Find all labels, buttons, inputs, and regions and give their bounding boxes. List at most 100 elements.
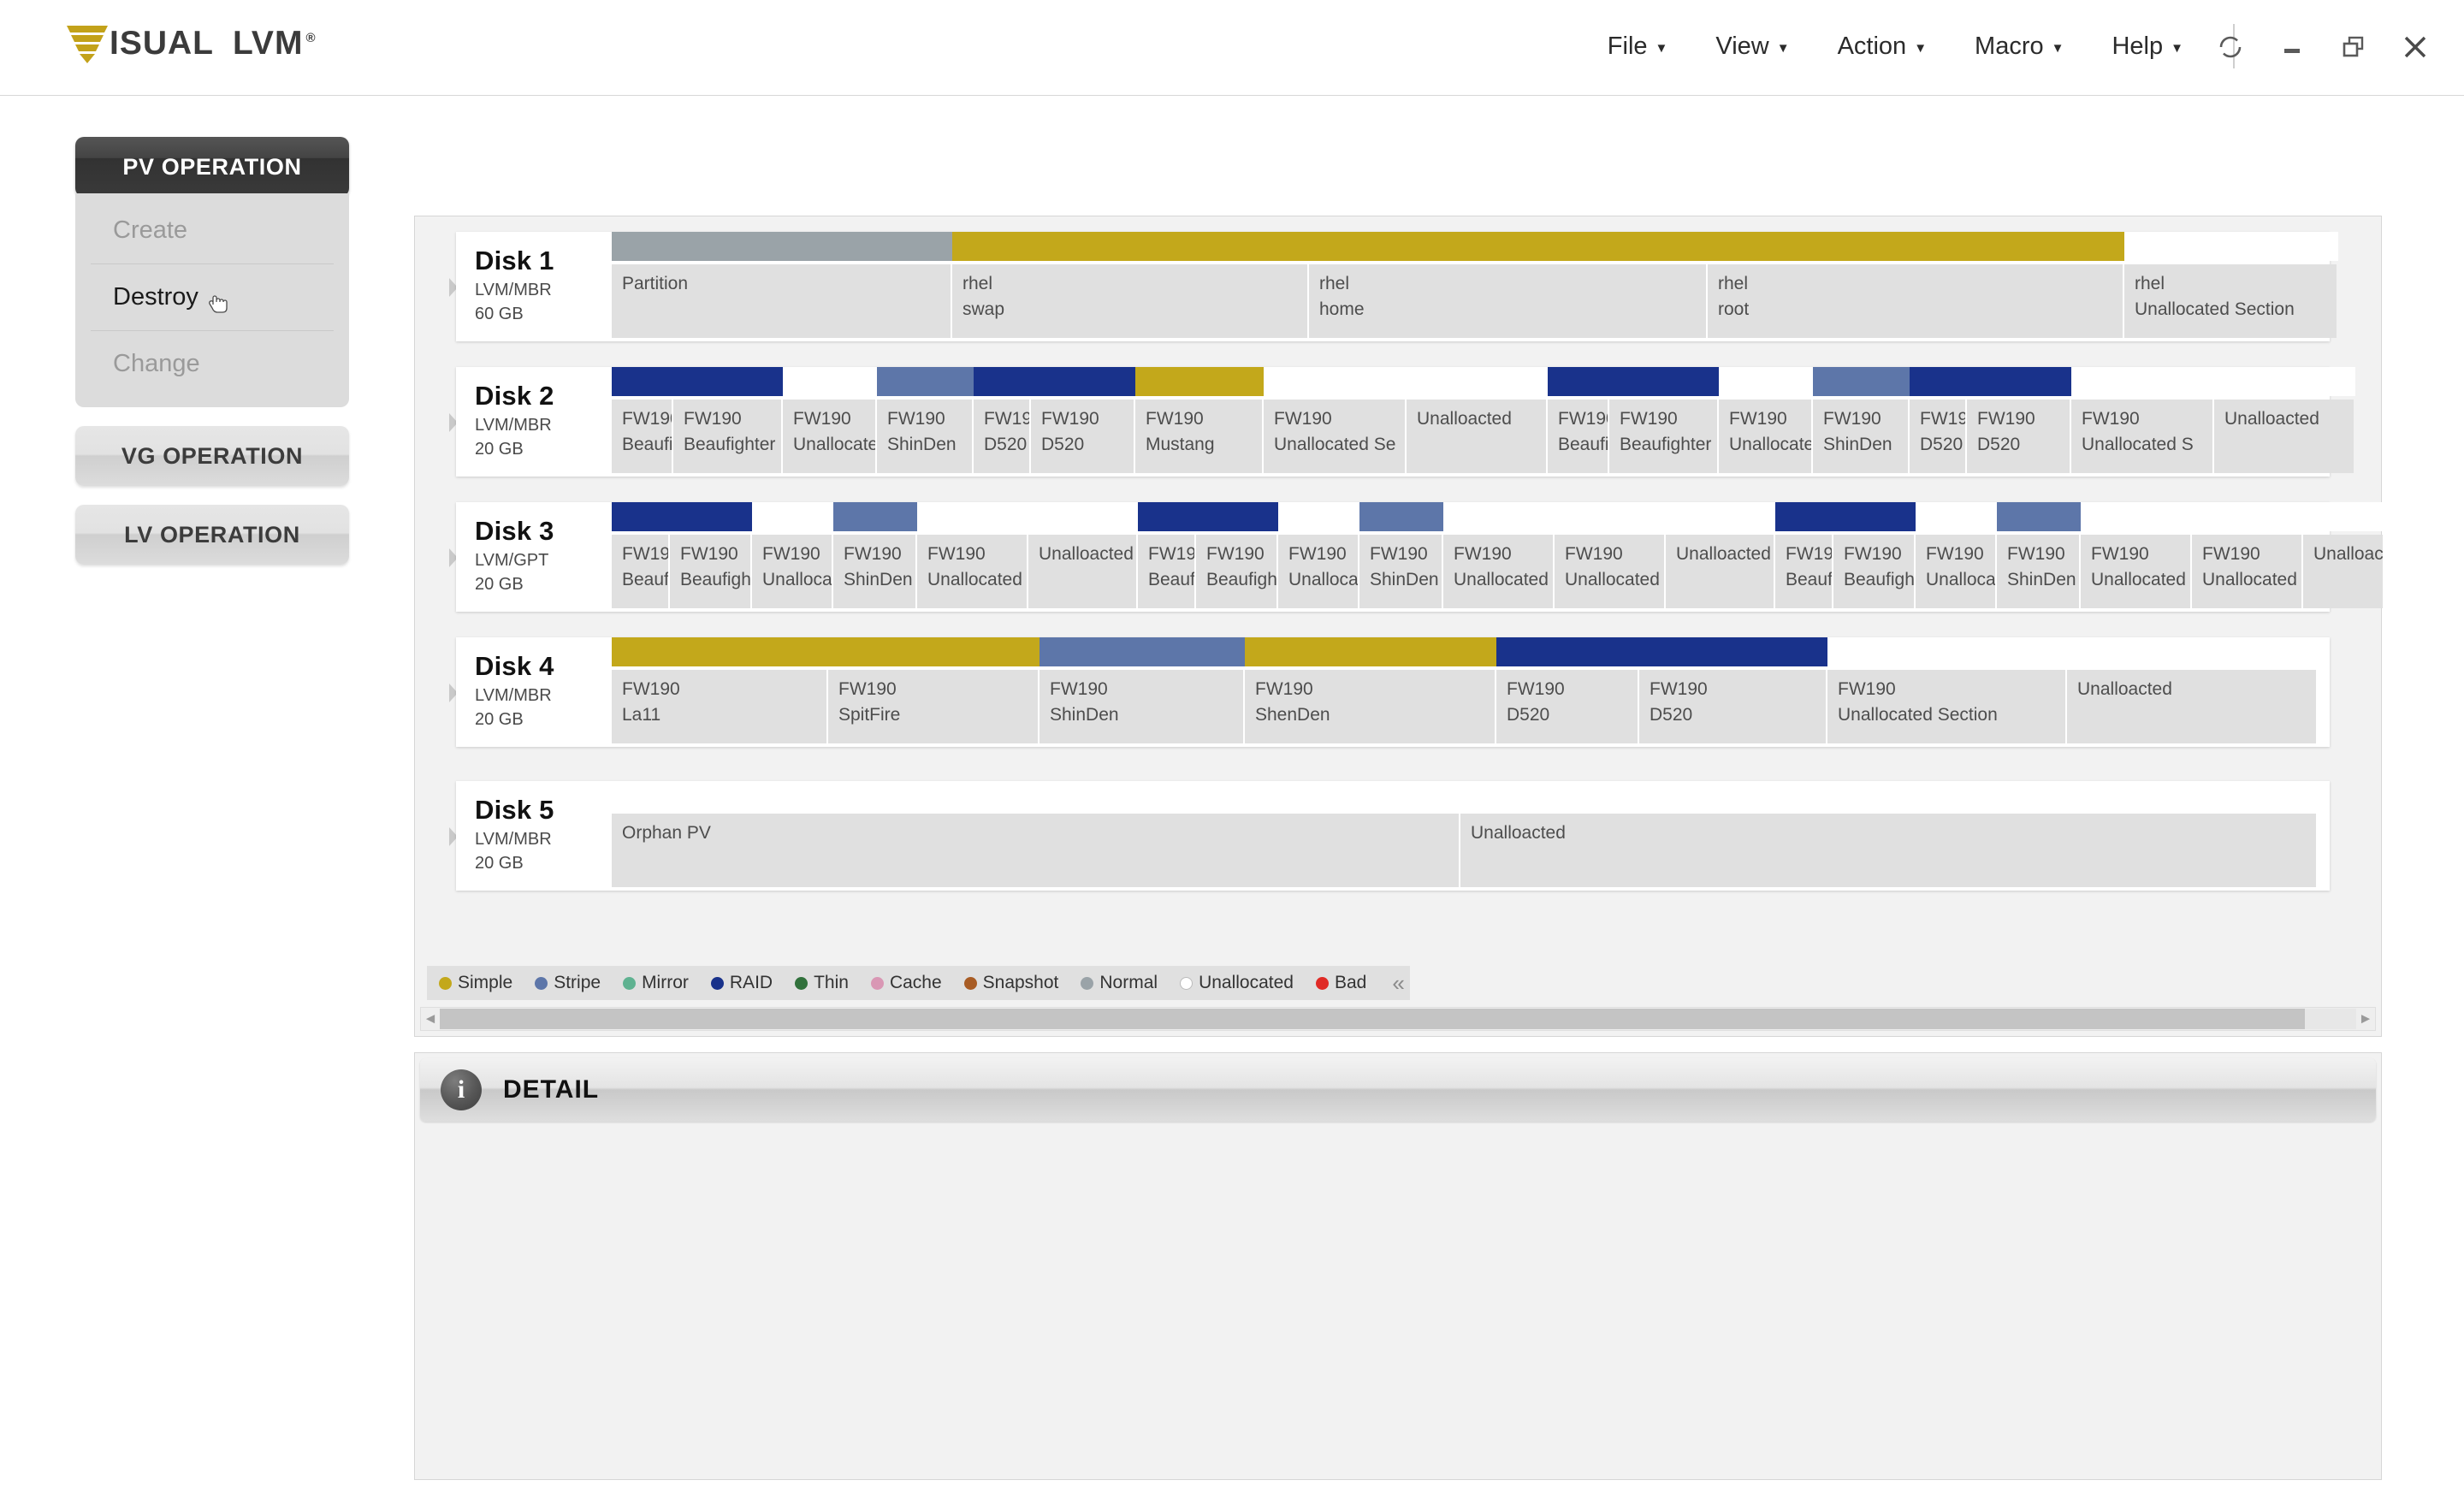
disk-segment[interactable]: rhel home [1309,232,1708,341]
legend-item: Stripe [535,973,601,993]
legend-label: Thin [814,973,849,992]
disk-row[interactable]: Disk 1 LVM/MBR 60 GB Partition rhel swap rhel h… [456,232,2338,341]
disk-segment[interactable]: FW190 Beaufighter [1609,367,1719,477]
disk-segment[interactable]: FW190 Beaufighter [673,367,783,477]
disk-segment[interactable]: FW190 Unallocated S [2071,367,2214,477]
legend-collapse-icon[interactable]: « [1392,970,1404,997]
disk-segment[interactable]: rhel root [1708,232,2124,341]
disk-segment[interactable]: FW190 Unallocate [1719,367,1813,477]
disk-segment[interactable]: Unalloacted [1460,781,2318,891]
scroll-left-arrow-icon[interactable]: ◄ [421,1010,440,1027]
sidebar-group-vg-label: VG OPERATION [121,442,304,469]
disk-segment[interactable]: FW190 D520 [1031,367,1135,477]
segment-type-bar [1040,637,1245,666]
disk-segment[interactable]: rhel swap [952,232,1309,341]
segment-line-2: Unalloca [1288,570,1358,589]
scrollbar-thumb[interactable] [440,1009,2305,1029]
segment-line-1: rhel [1718,274,1749,293]
disk-segment[interactable]: FW190 Beaufi [612,502,670,612]
disk-segment[interactable]: FW190 Beaufig [612,367,673,477]
sidebar-group-pv-operation[interactable]: PV OPERATION [75,137,349,197]
disk-row[interactable]: Disk 2 LVM/MBR 20 GB FW190 Beaufig FW190 Beauf… [456,367,2355,477]
legend-color-dot [1315,976,1329,990]
scroll-right-arrow-icon[interactable]: ► [2356,1010,2375,1027]
disk-row[interactable]: Disk 3 LVM/GPT 20 GB FW190 Beaufi FW190 Beaufi… [456,502,2383,612]
segment-type-bar [1138,502,1196,531]
disk-name: Disk 1 [475,246,554,275]
segment-line-2: ShinDen [887,435,957,454]
disk-segment[interactable]: FW190 Unallocated [2081,502,2192,612]
horizontal-scrollbar[interactable]: ◄ ► [420,1007,2376,1031]
disk-segment[interactable]: FW190 Unallocated Section [1827,637,2067,747]
chevron-down-icon: ▼ [1776,41,1790,56]
disk-segment[interactable]: FW190 ShinDen [1359,502,1443,612]
segment-line-1: FW190 [1558,409,1608,429]
disk-segment[interactable]: FW190 ShinDen [833,502,917,612]
close-icon[interactable] [2399,31,2431,63]
disk-segment[interactable]: FW190 ShinDen [1040,637,1245,747]
disk-segment[interactable]: FW190 Unallocated [917,502,1028,612]
disk-segment[interactable]: FW190 D520 [1496,637,1639,747]
segment-line-1: Unalloacted [1676,544,1771,564]
disk-segment[interactable]: FW190 D520 [1967,367,2071,477]
disk-segment[interactable]: FW190 Unallocated Se [1264,367,1407,477]
disk-segment[interactable]: rhel Unallocated Section [2124,232,2338,341]
sidebar-item-change[interactable]: Change [75,330,349,397]
disk-segment[interactable]: Unalloacte [2303,502,2383,612]
legend-label: Unallocated [1199,973,1294,992]
menu-item-file[interactable]: File ▼ [1584,27,1692,66]
refresh-icon[interactable] [2214,31,2247,63]
restore-icon[interactable] [2337,31,2370,63]
disk-segment[interactable]: FW190 Unallocate [783,367,877,477]
sidebar-item-create[interactable]: Create [75,197,349,263]
disk-segment[interactable]: FW190 Beaufight [1833,502,1916,612]
sidebar-group-lv-label: LV OPERATION [124,521,300,548]
disk-segment[interactable]: FW190 Beaufight [670,502,752,612]
disk-segment[interactable]: FW190 Unalloca [752,502,833,612]
disk-segment[interactable]: Unalloacted [2067,637,2318,747]
menu-item-action[interactable]: Action ▼ [1814,27,1951,66]
disk-segment[interactable]: FW190 Unallocated [2192,502,2303,612]
disk-segment[interactable]: FW190 ShinDen [1997,502,2081,612]
menu-item-help[interactable]: Help ▼ [2088,27,2207,66]
disk-label: Disk 5 LVM/MBR 20 GB [456,781,612,891]
disk-segment[interactable]: FW190 D520 [1910,367,1967,477]
disk-segment[interactable]: FW190 Unalloca [1278,502,1359,612]
disk-segment[interactable]: FW190 Unallocated [1443,502,1555,612]
disk-segment[interactable]: Orphan PV [612,781,1460,891]
disk-segment[interactable]: Partition [612,232,952,341]
menu-item-macro[interactable]: Macro ▼ [1951,27,2088,66]
disk-segment[interactable]: FW190 ShinDen [877,367,974,477]
disk-segment[interactable]: FW190 SpitFire [828,637,1040,747]
segment-type-bar [612,637,828,666]
disk-row[interactable]: Disk 5 LVM/MBR 20 GB Orphan PV Unalloacted [456,781,2330,891]
disk-segment[interactable]: FW190 Beaufight [1196,502,1278,612]
sidebar-group-vg-operation[interactable]: VG OPERATION [75,426,349,486]
menu-item-view[interactable]: View ▼ [1691,27,1813,66]
disk-segment[interactable]: FW190 Beaufig [1548,367,1609,477]
disk-segment[interactable]: FW190 Mustang [1135,367,1264,477]
disk-segment[interactable]: FW190 Beaufi [1138,502,1196,612]
sidebar-item-destroy[interactable]: Destroy [75,263,349,330]
disk-segment[interactable]: FW190 Unalloca [1916,502,1997,612]
disk-segment[interactable]: FW190 D520 [1639,637,1827,747]
disk-segment[interactable]: FW190 ShinDen [1813,367,1910,477]
disk-segment[interactable]: FW190 Beauf [1775,502,1833,612]
detail-header[interactable]: i DETAIL [420,1058,2376,1122]
disk-segment[interactable]: Unalloacted [1028,502,1138,612]
disk-row[interactable]: Disk 4 LVM/MBR 20 GB FW190 La11 FW190 SpitFire… [456,637,2330,747]
minimize-icon[interactable] [2276,31,2308,63]
segment-info: FW190 Unalloca [752,535,832,608]
segment-line-1: FW190 [984,409,1029,429]
disk-segment[interactable]: FW190 D520 [974,367,1031,477]
disk-segment[interactable]: FW190 La11 [612,637,828,747]
sidebar-group-lv-operation[interactable]: LV OPERATION [75,505,349,565]
disk-segment[interactable]: Unalloacted [1666,502,1775,612]
disk-segment[interactable]: Unalloacted [1407,367,1548,477]
disk-segment[interactable]: FW190 Unallocated [1555,502,1666,612]
disk-segment[interactable]: FW190 ShenDen [1245,637,1496,747]
segment-info: FW190 Beaufi [612,535,668,608]
scrollbar-track[interactable] [440,1009,2356,1029]
segment-info: FW190 Unallocate [1719,400,1811,473]
disk-segment[interactable]: Unalloacted [2214,367,2355,477]
